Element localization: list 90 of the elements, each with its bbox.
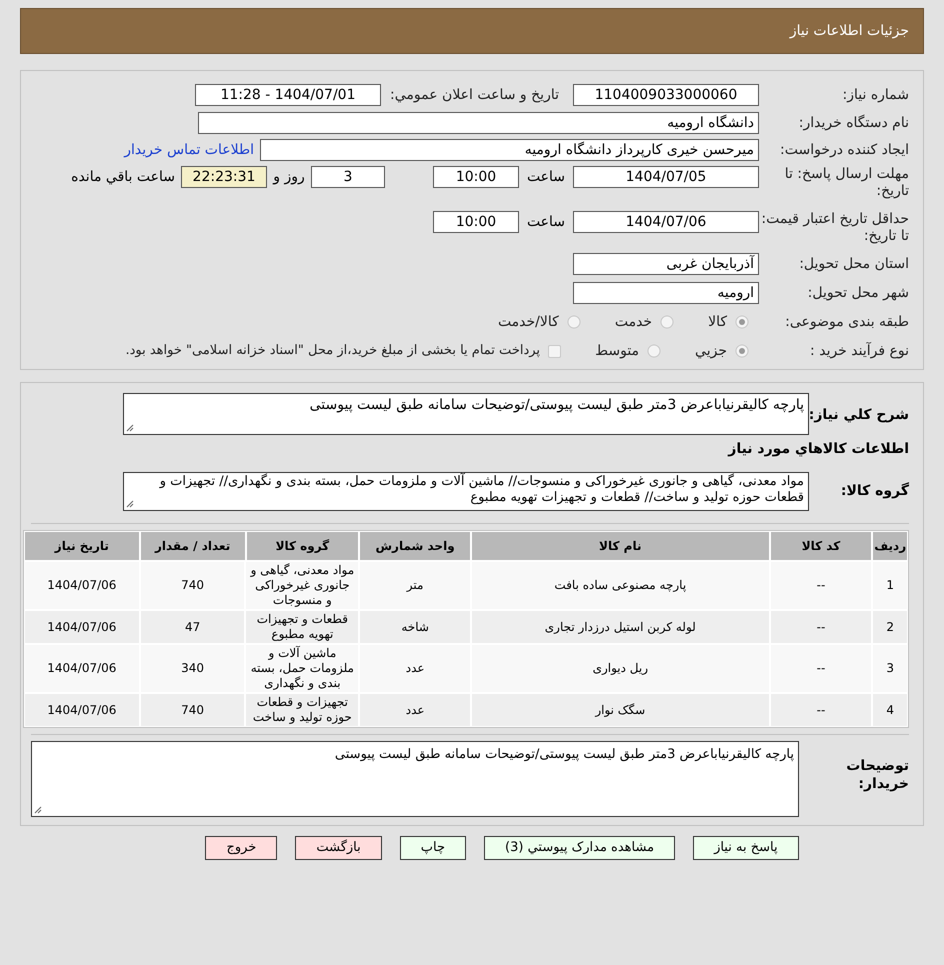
resize-grip-icon [126, 500, 134, 508]
field-label: مهلت ارسال پاسخ: تا تاریخ: [784, 166, 909, 200]
field-label: شهر محل تحویل: [806, 284, 909, 302]
table-cell: ماشین آلات و ملزومات حمل، بسته بندی و نگهداری [246, 645, 358, 692]
exit-button[interactable]: خروج [205, 836, 278, 860]
column-header: گروه کالا [246, 532, 358, 560]
value-field[interactable]: 1404/07/01 - 11:28 [195, 84, 381, 106]
page-title: جزئیات اطلاعات نیاز [790, 22, 909, 40]
table-cell: شاخه [360, 611, 470, 643]
field-label: توضیحات خریدار: [845, 757, 909, 793]
table-cell: 1404/07/06 [24, 611, 139, 643]
field-label: نوع فرآیند خرید : [809, 342, 909, 360]
column-header: تعداد / مقدار [140, 532, 244, 560]
field-label: ایجاد کننده درخواست: [779, 142, 909, 158]
table-cell: ریل دیواری [472, 645, 769, 692]
column-header: کد کالا [770, 532, 872, 560]
field-label: گروه کالا: [840, 481, 909, 501]
value-field[interactable]: 1404/07/05 [573, 166, 759, 188]
action-button[interactable]: چاپ [400, 836, 466, 860]
checkbox[interactable] [548, 344, 562, 358]
column-header: واحد شمارش [360, 532, 470, 560]
column-header: نام کالا [472, 532, 769, 560]
contact-link[interactable]: اطلاعات تماس خریدار [124, 140, 254, 160]
action-button[interactable]: مشاهده مدارک پیوستي (3) [484, 836, 676, 860]
table-cell: سگک نوار [472, 694, 769, 726]
field-label: شماره نیاز: [842, 86, 909, 104]
section-heading: اطلاعات کالاهاي مورد نیاز [726, 440, 909, 459]
radio-label: خدمت [614, 312, 652, 332]
table-cell: پارچه مصنوعی ساده بافت [472, 562, 769, 609]
table-cell: 740 [140, 694, 244, 726]
radio-label: کالا [708, 312, 727, 332]
table-cell: 340 [140, 645, 244, 692]
table-cell: 1 [873, 562, 907, 609]
table-cell: 4 [873, 694, 907, 726]
table-cell: لوله کربن استیل درزدار تجاری [472, 611, 769, 643]
value-field[interactable]: 1404/07/06 [573, 211, 759, 233]
value-field[interactable]: 10:00 [433, 166, 519, 188]
action-button[interactable]: پاسخ به نیاز [693, 836, 799, 860]
radio-button[interactable] [647, 344, 662, 358]
days-label: روز و [272, 168, 306, 187]
remaining-label: ساعت باقي مانده [71, 168, 175, 187]
value-field[interactable]: 3 [311, 166, 385, 188]
value-field[interactable]: 1104009033000060 [573, 84, 759, 106]
table-cell: -- [770, 645, 872, 692]
time-label: ساعت [526, 213, 566, 232]
table-cell: 3 [873, 645, 907, 692]
radio-button[interactable] [735, 315, 749, 329]
radio-button[interactable] [735, 344, 749, 358]
table-cell: 47 [140, 611, 244, 643]
table-cell: تجهیزات و قطعات حوزه تولید و ساخت [246, 694, 358, 726]
table-cell: 1404/07/06 [24, 562, 139, 609]
checkbox-label: پرداخت تمام یا بخشی از مبلغ خرید،از محل "اسناد خزانه اسلامی" خواهد بود. [125, 342, 540, 360]
table-cell: متر [360, 562, 470, 609]
exit-button[interactable]: بازگشت [295, 836, 382, 860]
resize-grip-icon [126, 424, 134, 432]
field-label: استان محل تحویل: [798, 256, 909, 272]
table-cell: قطعات و تجهیزات تهویه مطبوع [246, 611, 358, 643]
radio-label: کالا/خدمت [498, 312, 559, 332]
table-cell: عدد [360, 694, 470, 726]
table-cell: عدد [360, 645, 470, 692]
value-field[interactable]: 10:00 [433, 211, 519, 233]
goods-group-field[interactable]: مواد معدنی، گیاهی و جانوری غیرخوراکی و منسوجات// ماشین آلات و ملزومات حمل، بسته بندی و نگهداری// تجهیزات و قطعات حوزه تولید و ساخت// قطعات و تجهیزات تهویه مطبوع [123, 472, 809, 511]
table-cell: 740 [140, 562, 244, 609]
field-label: تاریخ و ساعت اعلان عمومي: [389, 86, 559, 104]
column-header: ردیف [873, 532, 907, 560]
value-field[interactable]: میرحسن خیری کارپرداز دانشگاه ارومیه [260, 139, 759, 161]
table-cell: -- [770, 694, 872, 726]
radio-label: متوسط [595, 342, 640, 360]
value-field[interactable]: ارومیه [573, 282, 759, 304]
table-cell: مواد معدنی، گیاهی و جانوری غیرخوراکی و منسوجات [246, 562, 358, 609]
resize-grip-icon [34, 806, 42, 814]
table-cell: -- [770, 562, 872, 609]
buyer-notes-field[interactable]: پارچه کالیقرنیاباعرض 3متر طبق لیست پیوستی/توضیحات سامانه طبق لیست پیوستی [31, 741, 799, 817]
radio-button[interactable] [660, 315, 674, 329]
field-label: نام دستگاه خریدار: [798, 114, 909, 132]
time-label: ساعت [526, 168, 566, 187]
table-cell: 1404/07/06 [24, 694, 139, 726]
table-cell: 2 [873, 611, 907, 643]
column-header: تاریخ نیاز [25, 532, 139, 560]
table-cell: -- [770, 611, 872, 643]
field-label: حداقل تاریخ اعتبار قیمت: تا تاریخ: [760, 211, 909, 245]
value-field[interactable]: آذربایجان غربی [573, 253, 759, 275]
radio-label: جزيي [695, 342, 727, 360]
description-field[interactable]: پارچه کالیقرنیاباعرض 3متر طبق لیست پیوستی/توضیحات سامانه طبق لیست پیوستی [123, 393, 809, 435]
field-label: شرح کلي نیاز: [809, 406, 909, 425]
field-label: طبقه بندی موضوعی: [784, 314, 909, 330]
table-cell: 1404/07/06 [24, 645, 139, 692]
radio-button[interactable] [566, 315, 581, 329]
value-field[interactable]: دانشگاه ارومیه [198, 112, 759, 134]
remaining-time-field[interactable]: 22:23:31 [181, 166, 267, 188]
